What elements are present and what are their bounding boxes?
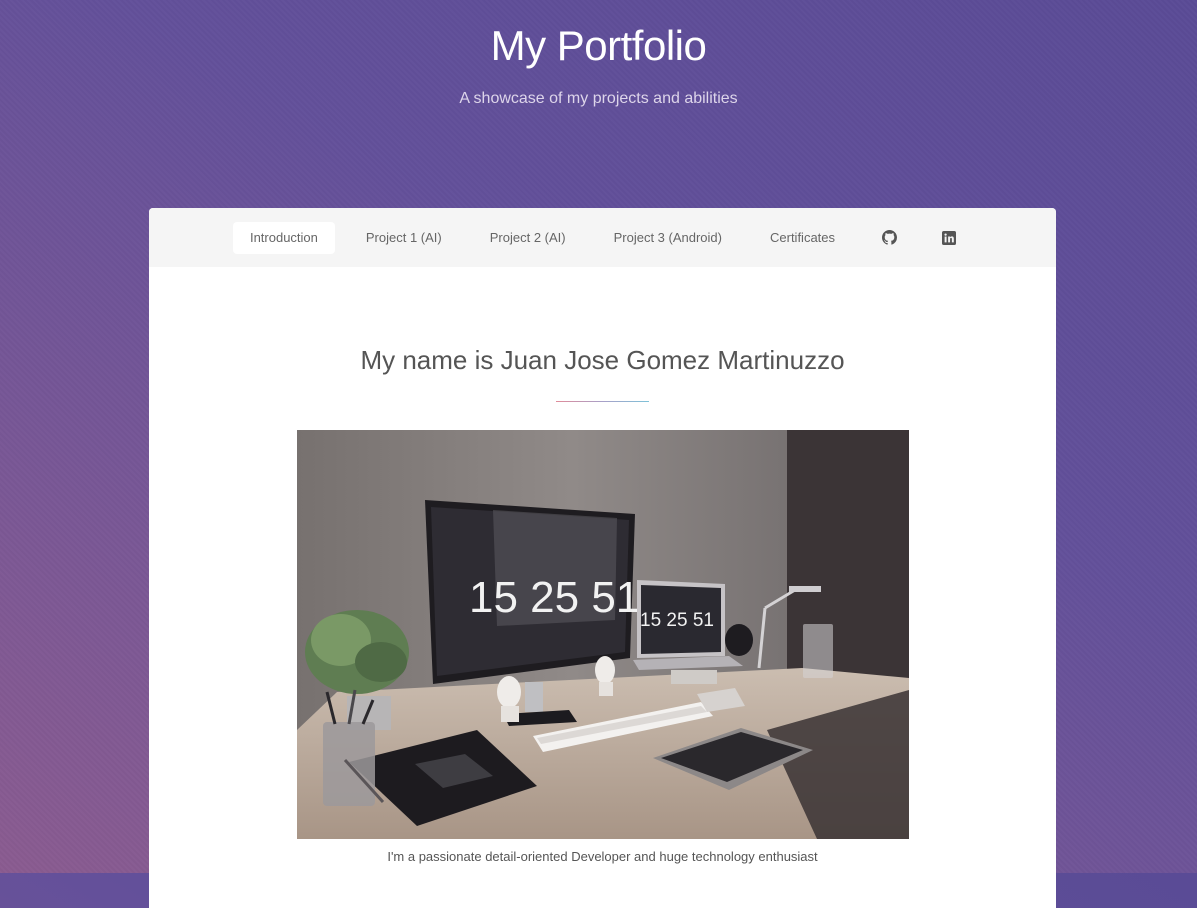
main-card: Introduction Project 1 (AI) Project 2 (A… [149,208,1056,908]
nav-project-3[interactable]: Project 3 (Android) [597,222,739,254]
site-tagline: A showcase of my projects and abilities [459,90,738,107]
top-nav: Introduction Project 1 (AI) Project 2 (A… [149,208,1056,267]
intro-heading: My name is Juan Jose Gomez Martinuzzo [360,345,845,375]
nav-project-1[interactable]: Project 1 (AI) [349,222,459,254]
linkedin-icon[interactable] [933,222,965,254]
site-title: My Portfolio [490,22,707,69]
intro-section: My name is Juan Jose Gomez Martinuzzo 15… [149,345,1056,864]
nav-certificates[interactable]: Certificates [753,222,852,254]
nav-project-2[interactable]: Project 2 (AI) [473,222,583,254]
intro-caption: I'm a passionate detail-oriented Develop… [387,849,818,864]
nav-introduction[interactable]: Introduction [232,221,335,254]
laptop-clock: 15 25 51 [640,610,714,631]
heading-divider [556,401,649,402]
desk-photo: 15 25 51 15 25 51 [296,430,909,839]
monitor-clock: 15 25 51 [469,573,640,622]
github-icon[interactable] [873,222,905,254]
